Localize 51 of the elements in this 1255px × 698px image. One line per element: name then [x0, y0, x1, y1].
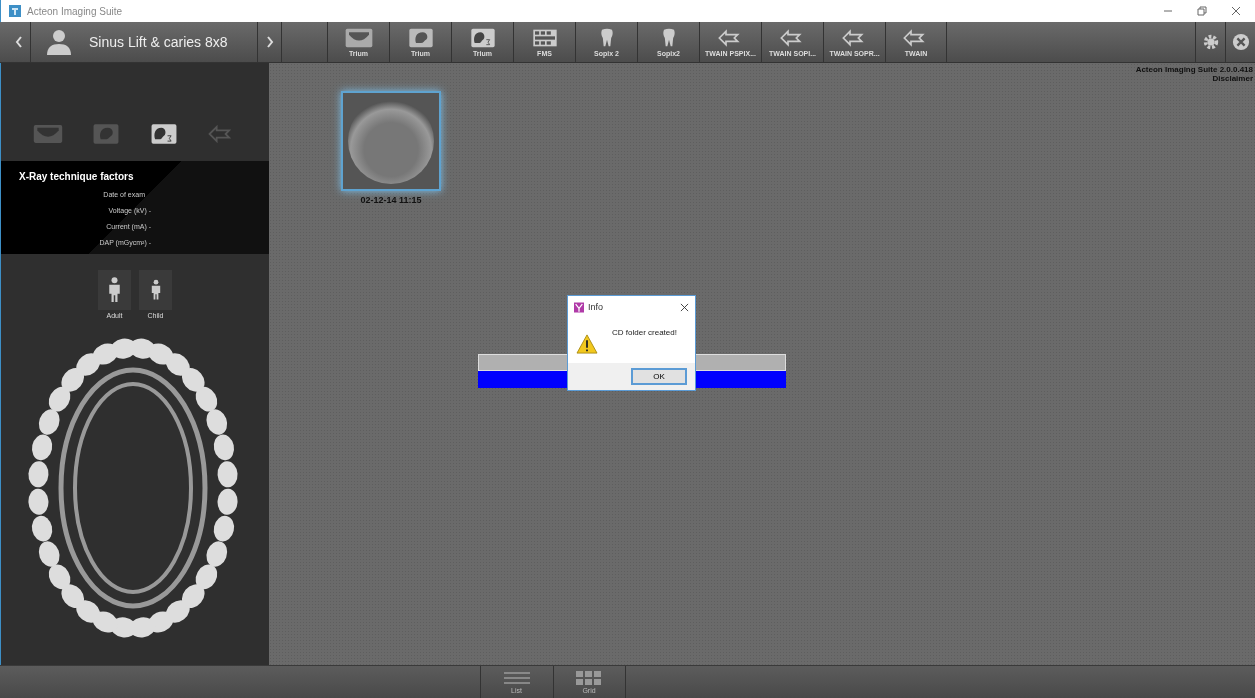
close-circle-icon: [1231, 33, 1250, 51]
tooth-shape[interactable]: [38, 541, 60, 567]
tooth-shape[interactable]: [38, 409, 60, 435]
tooth-shape[interactable]: [28, 488, 49, 515]
xray-thumbnail[interactable]: [341, 91, 441, 191]
tooth-shape[interactable]: [48, 386, 71, 412]
tooth-shape[interactable]: [206, 541, 228, 567]
child-button[interactable]: [139, 270, 172, 310]
tooth-shape[interactable]: [61, 367, 85, 392]
version-text: Acteon Imaging Suite 2.0.0.418: [1135, 65, 1253, 74]
tooth-shape[interactable]: [217, 488, 238, 515]
patient-name: Sinus Lift & caries 8x8: [89, 34, 228, 50]
app-logo-icon: [574, 301, 584, 313]
dialog-title: Info: [588, 302, 603, 312]
tooth-shape[interactable]: [165, 353, 190, 376]
tooth-shape[interactable]: [195, 564, 218, 590]
gear-icon: [1201, 33, 1220, 51]
chevron-right-icon: [265, 36, 274, 48]
restore-icon[interactable]: [1197, 6, 1207, 16]
patient-selector[interactable]: Sinus Lift & caries 8x8: [31, 22, 258, 62]
chevron-left-icon: [14, 36, 23, 48]
window-title: Acteon Imaging Suite: [27, 5, 123, 17]
jaw-icon: [343, 27, 374, 48]
close-icon[interactable]: [680, 302, 689, 312]
technique-title: X-Ray technique factors: [19, 171, 135, 182]
dialog-message: CD folder created!: [612, 328, 677, 339]
grid-icon: [575, 670, 603, 685]
tooth-shape[interactable]: [76, 600, 101, 623]
tooth-shape[interactable]: [206, 409, 228, 435]
tooth-shape[interactable]: [213, 434, 235, 461]
warning-icon: [576, 334, 598, 354]
tooth-shape[interactable]: [181, 584, 205, 609]
close-icon[interactable]: [1231, 6, 1241, 16]
person-icon: [47, 29, 71, 55]
tooth-shape[interactable]: [48, 564, 71, 590]
tooth-shape[interactable]: [61, 584, 85, 609]
person-icon: [107, 276, 122, 304]
tooth-shape[interactable]: [213, 515, 235, 542]
image-date: 02-12-14 11:15: [360, 195, 422, 205]
ok-button[interactable]: OK: [631, 368, 687, 385]
tooth-shape[interactable]: [28, 461, 49, 488]
app-icon: [9, 5, 21, 17]
disclaimer-link[interactable]: Disclaimer: [1212, 74, 1253, 83]
tooth-shape[interactable]: [217, 461, 238, 488]
person-icon: [149, 279, 162, 301]
tooth-shape[interactable]: [31, 434, 53, 461]
list-icon: [502, 670, 531, 685]
tooth-shape[interactable]: [181, 367, 205, 392]
adult-button[interactable]: [98, 270, 131, 310]
tooth-shape[interactable]: [31, 515, 53, 542]
tooth-shape[interactable]: [195, 386, 218, 412]
